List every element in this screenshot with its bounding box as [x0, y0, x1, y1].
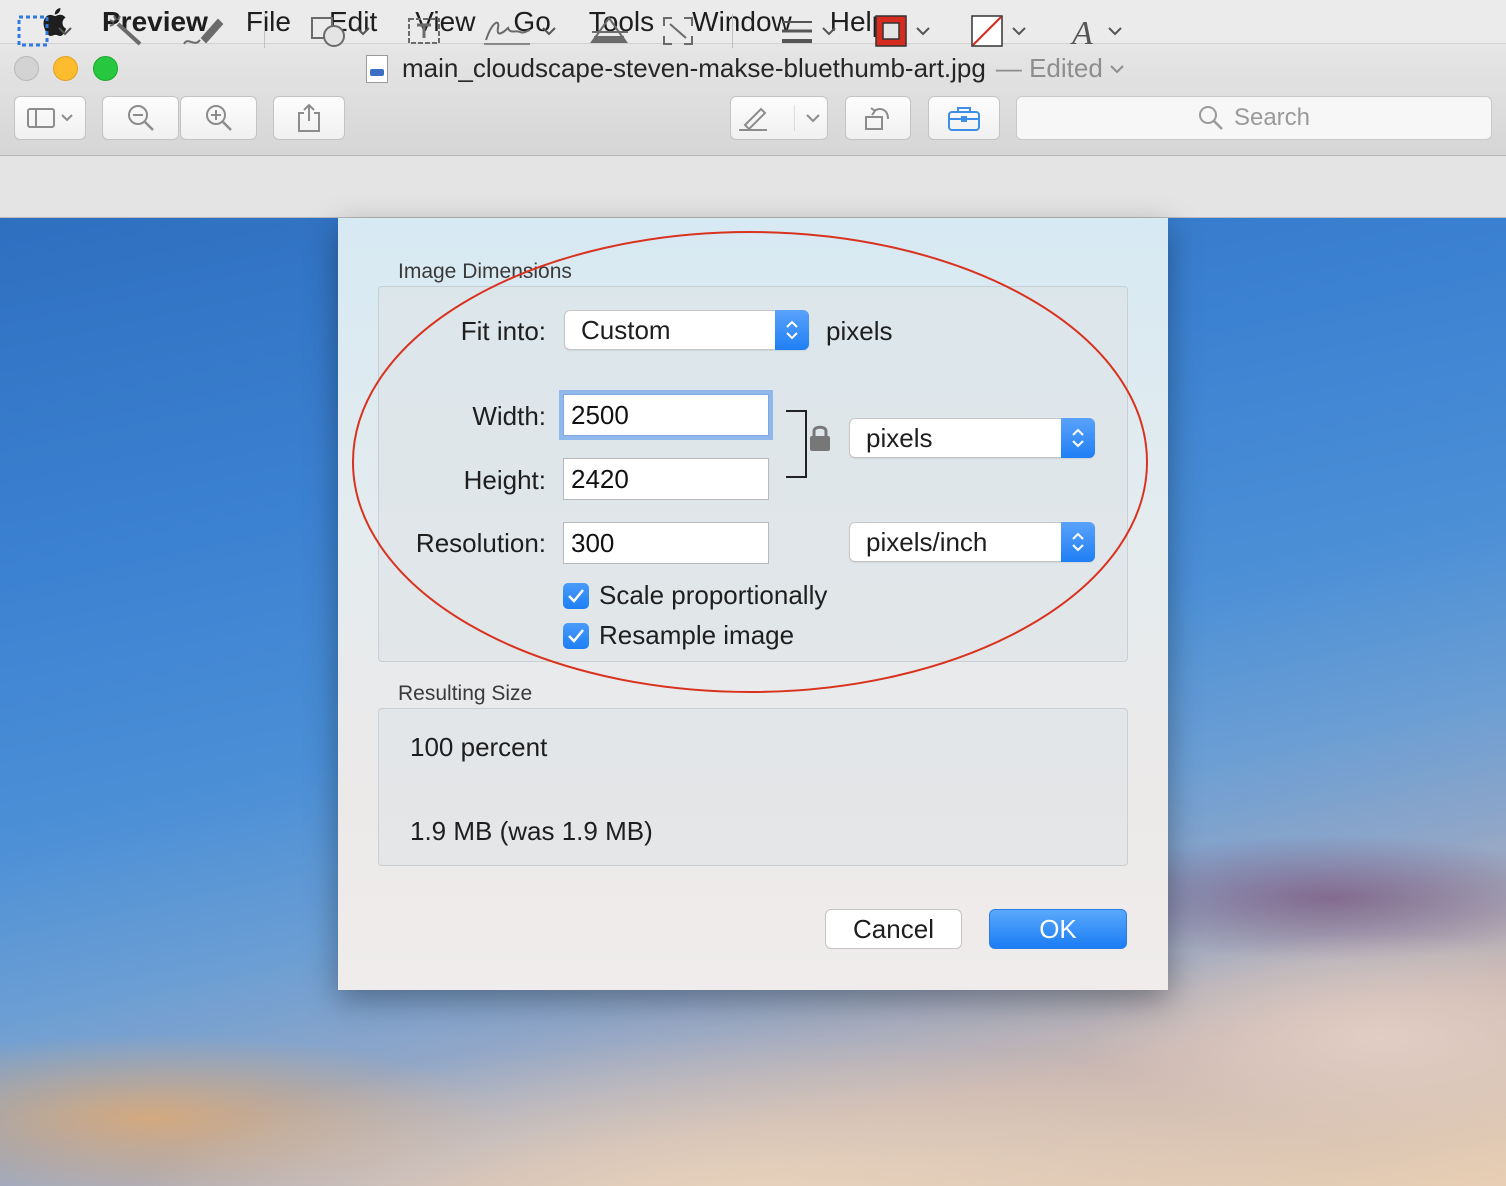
- border-color-icon: [875, 15, 907, 47]
- search-input[interactable]: Search: [1016, 96, 1492, 140]
- line-weight-icon: [782, 21, 812, 43]
- sketch-tool-button[interactable]: [180, 8, 224, 54]
- markup-pen-button[interactable]: [730, 96, 828, 140]
- signature-button[interactable]: [482, 8, 558, 54]
- rectangular-selection-icon: [17, 15, 49, 47]
- size-unit-value: pixels: [866, 422, 933, 453]
- popup-stepper-icon: [775, 310, 809, 350]
- height-label: Height:: [463, 465, 546, 495]
- fit-into-value: Custom: [581, 314, 671, 345]
- chevron-down-icon: [1110, 64, 1124, 73]
- document-filename: main_cloudscape-steven-makse-bluethumb-a…: [402, 53, 986, 83]
- border-color-button[interactable]: [874, 8, 932, 54]
- chevron-down-icon: [916, 27, 930, 36]
- resample-image-label: Resample image: [599, 620, 795, 650]
- toolbar-divider: [732, 14, 733, 48]
- zoom-in-button[interactable]: [180, 96, 257, 140]
- document-edited-status: — Edited: [995, 53, 1103, 83]
- adjust-size-dialog: Image Dimensions Fit into: Custom pixels…: [338, 218, 1168, 990]
- fit-into-label: Fit into:: [460, 316, 546, 346]
- rotate-icon: [865, 107, 889, 130]
- window-zoom-button[interactable]: [93, 56, 118, 81]
- chevron-down-icon: [806, 114, 820, 123]
- window-close-button[interactable]: [14, 56, 39, 81]
- resize-icon: [663, 17, 693, 45]
- resulting-percent: 100 percent: [410, 732, 548, 762]
- markup-toolbar: [0, 156, 1506, 218]
- signature-icon: [484, 21, 531, 45]
- chevron-down-icon: [58, 27, 72, 36]
- zoom-out-button[interactable]: [102, 96, 179, 140]
- share-icon: [298, 103, 320, 132]
- checkmark-icon: [563, 622, 589, 649]
- pen-tip-icon: [739, 105, 795, 131]
- sidebar-icon: [27, 108, 73, 128]
- width-label: Width:: [472, 401, 546, 431]
- adjust-size-button[interactable]: [660, 8, 696, 54]
- popup-stepper-icon: [1061, 522, 1095, 562]
- scale-proportionally-label: Scale proportionally: [599, 580, 828, 610]
- text-box-icon: [408, 18, 440, 44]
- fit-into-unit-label: pixels: [826, 316, 893, 346]
- jpeg-file-icon: [366, 54, 388, 83]
- resolution-unit-select[interactable]: pixels/inch: [849, 522, 1095, 562]
- chevron-down-icon: [1108, 27, 1122, 36]
- text-tool-button[interactable]: [406, 8, 442, 54]
- menu-bar: Preview File Edit View Go Tools Window H…: [0, 0, 1506, 44]
- toolbar-divider: [264, 14, 265, 48]
- text-style-button[interactable]: A: [1070, 8, 1124, 54]
- resample-image-checkbox[interactable]: Resample image: [563, 620, 794, 651]
- width-field[interactable]: 2500: [563, 394, 769, 436]
- menu-file[interactable]: File: [246, 6, 291, 38]
- fill-color-button[interactable]: [970, 8, 1028, 54]
- resolution-field[interactable]: 300: [563, 522, 769, 564]
- image-dimensions-heading: Image Dimensions: [398, 260, 572, 283]
- document-title[interactable]: main_cloudscape-steven-makse-bluethumb-a…: [366, 53, 1125, 84]
- sidebar-toggle-button[interactable]: [14, 96, 86, 140]
- instant-alpha-button[interactable]: [108, 8, 146, 54]
- markup-toolbar-toggle-button[interactable]: [928, 96, 1000, 140]
- checkmark-icon: [563, 582, 589, 609]
- resulting-file-size: 1.9 MB (was 1.9 MB): [410, 816, 653, 846]
- prism-icon: [590, 16, 628, 43]
- height-field[interactable]: 2420: [563, 458, 769, 500]
- shapes-icon: [311, 17, 345, 47]
- popup-stepper-icon: [1061, 418, 1095, 458]
- cancel-button[interactable]: Cancel: [825, 909, 962, 949]
- search-icon: [1198, 106, 1223, 130]
- sketch-pen-icon: [183, 18, 224, 45]
- zoom-in-icon: [205, 105, 232, 131]
- resolution-label: Resolution:: [415, 528, 546, 558]
- adjust-color-button[interactable]: [588, 8, 630, 54]
- chevron-down-icon: [542, 27, 556, 36]
- ok-button[interactable]: OK: [989, 909, 1127, 949]
- resulting-size-heading: Resulting Size: [398, 682, 533, 705]
- rotate-button[interactable]: [845, 96, 911, 140]
- resolution-unit-value: pixels/inch: [866, 526, 988, 557]
- selection-tool-button[interactable]: [16, 8, 74, 54]
- size-unit-select[interactable]: pixels: [849, 418, 1095, 458]
- svg-text:A: A: [1070, 15, 1093, 48]
- line-style-button[interactable]: [780, 8, 838, 54]
- chevron-down-icon: [1012, 27, 1026, 36]
- window-minimize-button[interactable]: [53, 56, 78, 81]
- scale-proportionally-checkbox[interactable]: Scale proportionally: [563, 580, 827, 611]
- font-style-icon: A: [1070, 15, 1093, 48]
- toolbox-icon: [948, 107, 980, 131]
- shapes-button[interactable]: [310, 8, 372, 54]
- share-button[interactable]: [273, 96, 345, 140]
- chevron-down-icon: [356, 27, 370, 36]
- lock-icon[interactable]: [808, 423, 832, 453]
- magic-wand-icon: [109, 15, 142, 46]
- zoom-out-icon: [127, 105, 154, 131]
- no-fill-icon: [971, 15, 1003, 47]
- menu-window[interactable]: Window: [692, 6, 792, 38]
- search-placeholder: Search: [1233, 104, 1311, 131]
- fit-into-select[interactable]: Custom: [564, 310, 809, 350]
- chevron-down-icon: [822, 27, 836, 36]
